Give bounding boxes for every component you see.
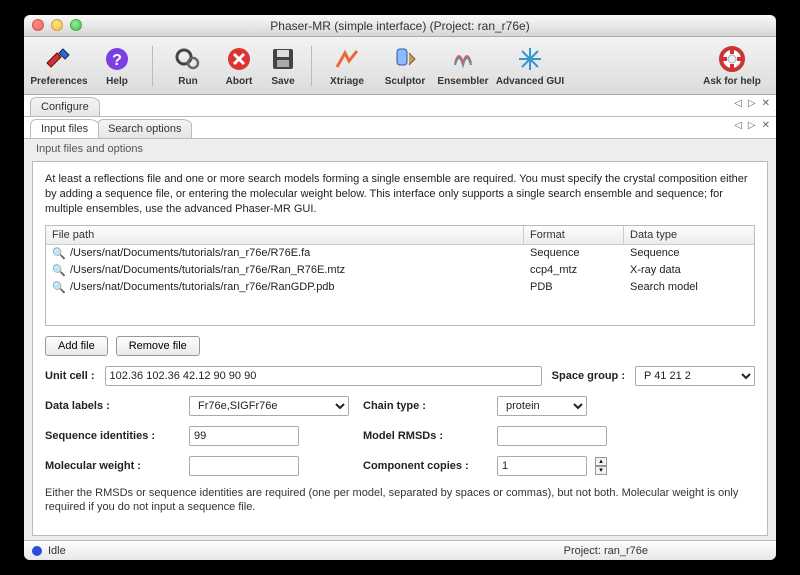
sculptor-button[interactable]: Sculptor — [376, 44, 434, 87]
magnifier-icon[interactable]: 🔍 — [46, 245, 64, 262]
close-tab-icon[interactable]: ✕ — [762, 120, 770, 131]
status-text: Idle — [48, 545, 66, 557]
col-header-format[interactable]: Format — [524, 226, 624, 244]
space-group-select[interactable]: P 41 21 2 — [635, 366, 755, 386]
label-mol-weight: Molecular weight : — [45, 460, 175, 472]
save-button[interactable]: Save — [261, 44, 305, 87]
snowflake-icon — [515, 44, 545, 74]
table-row[interactable]: 🔍/Users/nat/Documents/tutorials/ran_r76e… — [46, 262, 754, 279]
status-project: Project: ran_r76e — [564, 545, 648, 557]
nav-right-icon[interactable]: ▷ — [748, 120, 756, 131]
label-seq-identities: Sequence identities : — [45, 430, 175, 442]
label-model-rmsds: Model RMSDs : — [363, 430, 483, 442]
advanced-gui-button[interactable]: Advanced GUI — [492, 44, 568, 87]
remove-file-button[interactable]: Remove file — [116, 336, 200, 356]
run-button[interactable]: Run — [159, 44, 217, 87]
magnifier-icon[interactable]: 🔍 — [46, 279, 64, 296]
copies-stepper[interactable]: ▴ ▾ — [595, 457, 607, 475]
model-rmsds-input[interactable] — [497, 426, 607, 446]
file-path: /Users/nat/Documents/tutorials/ran_r76e/… — [64, 245, 524, 262]
ask-for-help-button[interactable]: Ask for help — [694, 44, 770, 87]
label-component-copies: Component copies : — [363, 460, 483, 472]
nav-left-icon[interactable]: ◁ — [734, 98, 742, 109]
nav-left-icon[interactable]: ◁ — [734, 120, 742, 131]
file-datatype: X-ray data — [624, 262, 754, 279]
sculptor-icon — [390, 44, 420, 74]
col-header-datatype[interactable]: Data type — [624, 226, 754, 244]
file-datatype: Search model — [624, 279, 754, 296]
file-format: Sequence — [524, 245, 624, 262]
xtriage-button[interactable]: Xtriage — [318, 44, 376, 87]
gears-icon — [173, 44, 203, 74]
chevron-down-icon[interactable]: ▾ — [595, 466, 607, 475]
label-data-labels: Data labels : — [45, 400, 175, 412]
tab-search-options[interactable]: Search options — [97, 119, 192, 138]
minimize-icon[interactable] — [51, 19, 63, 31]
magnifier-icon[interactable]: 🔍 — [46, 262, 64, 279]
floppy-icon — [268, 44, 298, 74]
help-button[interactable]: ? Help — [88, 44, 146, 87]
toolbar: Preferences ? Help Run Abort Save — [24, 37, 776, 95]
app-window: Phaser-MR (simple interface) (Project: r… — [24, 15, 776, 560]
svg-text:?: ? — [112, 52, 122, 69]
status-dot-icon — [32, 546, 42, 556]
file-path: /Users/nat/Documents/tutorials/ran_r76e/… — [64, 262, 524, 279]
label-space-group: Space group : — [552, 370, 625, 382]
file-path: /Users/nat/Documents/tutorials/ran_r76e/… — [64, 279, 524, 296]
panel-note: Either the RMSDs or sequence identities … — [45, 486, 755, 516]
tabbar-top: Configure ◁ ▷ ✕ — [24, 95, 776, 117]
file-format: ccp4_mtz — [524, 262, 624, 279]
titlebar: Phaser-MR (simple interface) (Project: r… — [24, 15, 776, 37]
input-panel: At least a reflections file and one or m… — [32, 161, 768, 536]
section-title: Input files and options — [36, 143, 776, 155]
file-table: File path Format Data type 🔍/Users/nat/D… — [45, 225, 755, 326]
col-header-path[interactable]: File path — [46, 226, 524, 244]
status-bar: Idle Project: ran_r76e — [24, 540, 776, 560]
wrench-icon — [44, 44, 74, 74]
chevron-up-icon[interactable]: ▴ — [595, 457, 607, 466]
tabbar-sub: Input files Search options ◁ ▷ ✕ — [24, 117, 776, 139]
chain-type-select[interactable]: protein — [497, 396, 587, 416]
seq-identities-input[interactable] — [189, 426, 299, 446]
abort-button[interactable]: Abort — [217, 44, 261, 87]
label-chain-type: Chain type : — [363, 400, 483, 412]
label-unit-cell: Unit cell : — [45, 370, 95, 382]
window-title: Phaser-MR (simple interface) (Project: r… — [24, 19, 776, 33]
lifebuoy-icon — [717, 44, 747, 74]
file-format: PDB — [524, 279, 624, 296]
close-tab-icon[interactable]: ✕ — [762, 98, 770, 109]
table-row[interactable]: 🔍/Users/nat/Documents/tutorials/ran_r76e… — [46, 245, 754, 262]
data-labels-select[interactable]: Fr76e,SIGFr76e — [189, 396, 349, 416]
panel-description: At least a reflections file and one or m… — [45, 172, 755, 217]
help-icon: ? — [102, 44, 132, 74]
add-file-button[interactable]: Add file — [45, 336, 108, 356]
tab-input-files[interactable]: Input files — [30, 119, 99, 138]
file-datatype: Sequence — [624, 245, 754, 262]
abort-icon — [224, 44, 254, 74]
unit-cell-input[interactable] — [105, 366, 542, 386]
ensembler-button[interactable]: Ensembler — [434, 44, 492, 87]
ensembler-icon — [448, 44, 478, 74]
nav-right-icon[interactable]: ▷ — [748, 98, 756, 109]
zoom-icon[interactable] — [70, 19, 82, 31]
close-icon[interactable] — [32, 19, 44, 31]
component-copies-input[interactable] — [497, 456, 587, 476]
chart-icon — [332, 44, 362, 74]
preferences-button[interactable]: Preferences — [30, 44, 88, 87]
tab-configure[interactable]: Configure — [30, 97, 100, 116]
table-row[interactable]: 🔍/Users/nat/Documents/tutorials/ran_r76e… — [46, 279, 754, 296]
mol-weight-input[interactable] — [189, 456, 299, 476]
